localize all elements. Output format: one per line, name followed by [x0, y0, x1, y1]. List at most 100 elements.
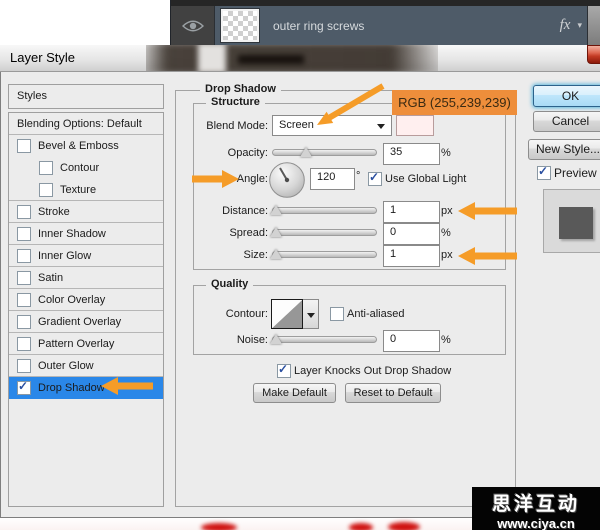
- size-field[interactable]: 1: [383, 245, 440, 267]
- preview-checkbox[interactable]: [537, 166, 551, 180]
- sidebar-item-inner-glow[interactable]: Inner Glow: [9, 245, 163, 267]
- noise-slider-thumb[interactable]: [270, 334, 282, 344]
- opacity-slider[interactable]: [272, 149, 377, 156]
- styles-header: Styles: [8, 84, 164, 109]
- sidebar-item-inner-shadow[interactable]: Inner Shadow: [9, 223, 163, 245]
- angle-field[interactable]: 120: [310, 168, 355, 190]
- contour-picker[interactable]: [271, 299, 303, 329]
- spread-slider[interactable]: [272, 229, 377, 236]
- sidebar-item-bevel-emboss[interactable]: Bevel & Emboss: [9, 135, 163, 157]
- spread-field[interactable]: 0: [383, 223, 440, 245]
- preview-swatch: [559, 207, 593, 239]
- size-label: Size:: [188, 249, 268, 261]
- checkbox-icon[interactable]: [39, 183, 53, 197]
- checkbox-icon[interactable]: [17, 139, 31, 153]
- close-button[interactable]: [587, 45, 600, 64]
- layer-name: outer ring screws: [273, 19, 364, 33]
- angle-label: Angle:: [188, 173, 268, 185]
- sidebar-item-gradient-overlay[interactable]: Gradient Overlay: [9, 311, 163, 333]
- make-default-button[interactable]: Make Default: [253, 383, 336, 403]
- watermark-url: www.ciya.cn: [472, 516, 600, 530]
- sidebar-item-drop-shadow[interactable]: Drop Shadow: [9, 377, 163, 399]
- distance-label: Distance:: [188, 205, 268, 217]
- panel-title: Drop Shadow: [200, 83, 281, 95]
- fx-caret-icon[interactable]: ▾: [577, 20, 582, 31]
- checkbox-checked-icon[interactable]: [17, 381, 31, 395]
- sidebar-item-satin[interactable]: Satin: [9, 267, 163, 289]
- layer-knockout-label: Layer Knocks Out Drop Shadow: [294, 365, 451, 377]
- dialog-title: Layer Style: [10, 50, 75, 65]
- watermark: 思洋互动 www.ciya.cn: [472, 487, 600, 530]
- cancel-button[interactable]: Cancel: [533, 111, 600, 132]
- layer-knockout-checkbox[interactable]: [277, 364, 291, 378]
- red-blur-shape: [388, 522, 420, 530]
- checkbox-icon[interactable]: [17, 337, 31, 351]
- distance-slider-thumb[interactable]: [270, 205, 282, 215]
- titlebar-glass-blur: [146, 45, 438, 71]
- checkbox-icon[interactable]: [17, 227, 31, 241]
- checkbox-icon[interactable]: [17, 315, 31, 329]
- opacity-field[interactable]: 35: [383, 143, 440, 165]
- sidebar-item-outer-glow[interactable]: Outer Glow: [9, 355, 163, 377]
- opacity-unit: %: [441, 147, 451, 159]
- ok-button[interactable]: OK: [533, 85, 600, 107]
- spread-label: Spread:: [188, 227, 268, 239]
- sidebar-item-stroke[interactable]: Stroke: [9, 201, 163, 223]
- spread-unit: %: [441, 227, 451, 239]
- annotation-rgb-label: RGB (255,239,239): [392, 90, 517, 115]
- opacity-slider-thumb[interactable]: [300, 147, 312, 157]
- styles-list: Blending Options: Default Bevel & Emboss…: [8, 112, 164, 507]
- panel-scrollbar[interactable]: [587, 6, 600, 45]
- contour-label: Contour:: [188, 308, 268, 320]
- layer-row[interactable]: outer ring screws fx ▾: [215, 6, 587, 45]
- red-blur-shape: [201, 523, 237, 530]
- preview-thumbnail: [543, 189, 600, 253]
- dialog-titlebar[interactable]: [0, 45, 600, 72]
- shadow-color-swatch[interactable]: [396, 115, 434, 136]
- spread-slider-thumb[interactable]: [270, 227, 282, 237]
- noise-slider[interactable]: [272, 336, 377, 343]
- size-slider[interactable]: [272, 251, 377, 258]
- new-style-button[interactable]: New Style...: [528, 139, 600, 160]
- blend-mode-label: Blend Mode:: [188, 120, 268, 132]
- sidebar-item-pattern-overlay[interactable]: Pattern Overlay: [9, 333, 163, 355]
- chevron-down-icon: [377, 124, 385, 129]
- watermark-cn: 思洋互动: [472, 489, 600, 516]
- noise-unit: %: [441, 334, 451, 346]
- checkbox-icon[interactable]: [17, 249, 31, 263]
- anti-aliased-checkbox[interactable]: [330, 307, 344, 321]
- checkbox-icon[interactable]: [39, 161, 53, 175]
- sidebar-item-color-overlay[interactable]: Color Overlay: [9, 289, 163, 311]
- contour-dropdown-button[interactable]: [303, 299, 319, 329]
- fx-badge[interactable]: fx: [560, 17, 571, 34]
- angle-dial[interactable]: [268, 161, 306, 199]
- size-unit: px: [441, 249, 453, 261]
- sidebar-item-contour[interactable]: Contour: [9, 157, 163, 179]
- use-global-light-label: Use Global Light: [385, 173, 466, 185]
- distance-slider[interactable]: [272, 207, 377, 214]
- checkbox-icon[interactable]: [17, 293, 31, 307]
- structure-title: Structure: [206, 96, 265, 108]
- checkbox-icon[interactable]: [17, 271, 31, 285]
- sidebar-item-texture[interactable]: Texture: [9, 179, 163, 201]
- chevron-down-icon: [307, 313, 315, 318]
- checkbox-icon[interactable]: [17, 359, 31, 373]
- noise-field[interactable]: 0: [383, 330, 440, 352]
- screenshot-root: outer ring screws fx ▾ Layer Style Style…: [0, 0, 600, 530]
- red-blur-shape: [349, 523, 373, 530]
- distance-field[interactable]: 1: [383, 201, 440, 223]
- layer-visibility-cell[interactable]: [171, 6, 215, 45]
- checkbox-icon[interactable]: [17, 205, 31, 219]
- use-global-light-checkbox[interactable]: [368, 172, 382, 186]
- blend-mode-dropdown[interactable]: Screen: [272, 115, 392, 136]
- layers-panel: outer ring screws fx ▾: [170, 0, 600, 45]
- layer-thumbnail[interactable]: [221, 9, 259, 42]
- distance-unit: px: [441, 205, 453, 217]
- quality-title: Quality: [206, 278, 253, 290]
- eye-icon[interactable]: [182, 19, 204, 33]
- opacity-label: Opacity:: [188, 147, 268, 159]
- size-slider-thumb[interactable]: [270, 249, 282, 259]
- reset-to-default-button[interactable]: Reset to Default: [345, 383, 441, 403]
- noise-label: Noise:: [188, 334, 268, 346]
- sidebar-item-blending-options[interactable]: Blending Options: Default: [9, 113, 163, 135]
